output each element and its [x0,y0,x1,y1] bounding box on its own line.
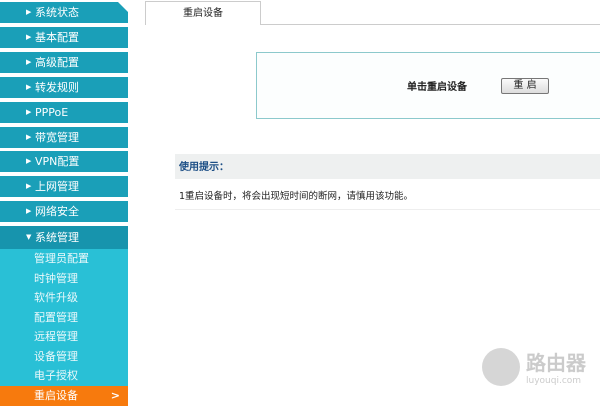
submenu-admin-config[interactable]: 管理员配置 [34,249,89,268]
chevron-right-icon: > [110,389,120,402]
tips-header: 使用提示： [175,154,600,179]
submenu: 管理员配置 时钟管理 软件升级 配置管理 远程管理 设备管理 电子授权 [0,249,128,386]
menu-item-system-mgmt[interactable]: ▼ 系统管理 [0,226,128,249]
caret-down-icon: ▼ [26,233,32,241]
menu-item-pppoe[interactable]: ▶ PPPoE [0,102,128,123]
submenu-config-mgmt[interactable]: 配置管理 [34,308,78,327]
submenu-remote-mgmt[interactable]: 远程管理 [34,327,78,346]
caret-right-icon: ▶ [26,157,32,165]
menu-item-bandwidth[interactable]: ▶ 带宽管理 [0,127,128,148]
caret-right-icon: ▶ [26,83,32,91]
menu-item-basic-config[interactable]: ▶ 基本配置 [0,27,128,48]
caret-right-icon: ▶ [26,33,32,41]
watermark-logo-icon [482,347,520,386]
tab-reboot[interactable]: 重启设备 [145,1,261,25]
caret-right-icon: ▶ [26,108,32,116]
submenu-license[interactable]: 电子授权 [34,366,78,385]
caret-right-icon: ▶ [26,207,32,215]
submenu-clock[interactable]: 时钟管理 [34,269,78,288]
menu-item-system-status[interactable]: ▶ 系统状态 [0,2,128,23]
watermark: 路由器 luyouqi.com [482,347,586,386]
reboot-button[interactable]: 重 启 [501,78,549,94]
submenu-upgrade[interactable]: 软件升级 [34,288,78,307]
menu-item-advanced-config[interactable]: ▶ 高级配置 [0,52,128,73]
menu-item-network-security[interactable]: ▶ 网络安全 [0,201,128,222]
submenu-device-mgmt[interactable]: 设备管理 [34,347,78,366]
caret-right-icon: ▶ [26,58,32,66]
caret-right-icon: ▶ [26,182,32,190]
caret-right-icon: ▶ [26,133,32,141]
submenu-reboot-active[interactable]: 重启设备 > [0,386,128,406]
sidebar: ▶ 系统状态 ▶ 基本配置 ▶ 高级配置 ▶ 转发规则 ▶ PPPoE ▶ 带宽管理 ▶ VP… [0,0,128,408]
menu-item-internet-mgmt[interactable]: ▶ 上网管理 [0,176,128,197]
reboot-panel: 单击重启设备 重 启 [256,52,600,119]
tips-text: 1重启设备时，将会出现短时间的断网，请慎用该功能。 [175,179,600,210]
caret-right-icon: ▶ [26,8,32,16]
menu-item-vpn[interactable]: ▶ VPN配置 [0,151,128,172]
reboot-label: 单击重启设备 [407,82,467,93]
menu-item-forwarding-rules[interactable]: ▶ 转发规则 [0,77,128,98]
